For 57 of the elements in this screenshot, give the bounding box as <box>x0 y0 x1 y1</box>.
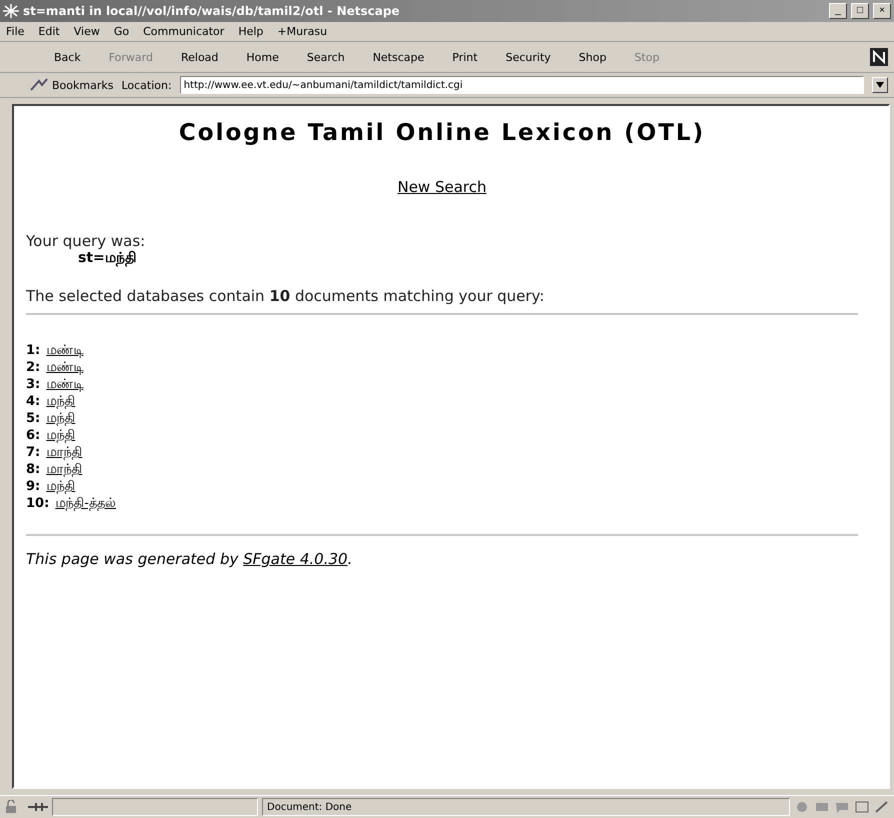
result-link[interactable]: மந்தி <box>46 411 76 427</box>
menu-item[interactable]: Communicator <box>143 25 224 38</box>
menu-item[interactable]: File <box>6 25 24 38</box>
result-link[interactable]: மந்தி <box>46 479 76 495</box>
toolbar-button[interactable]: Reload <box>166 50 232 64</box>
result-number: 5: <box>26 411 40 426</box>
toolbar-button[interactable]: Print <box>438 50 492 64</box>
result-number: 6: <box>26 428 40 443</box>
toolbar-button[interactable]: Back <box>40 50 95 64</box>
chat-icon <box>834 800 850 814</box>
app-icon <box>3 4 19 18</box>
result-link[interactable]: மாந்தி <box>46 462 82 478</box>
result-number: 4: <box>26 394 40 409</box>
logo-icon <box>870 48 888 66</box>
menu-item[interactable]: +Murasu <box>277 25 328 38</box>
result-number: 1: <box>26 343 40 358</box>
result-link[interactable]: மாந்தி <box>46 445 82 461</box>
result-number: 2: <box>26 360 40 375</box>
page-heading: Cologne Tamil Online Lexicon (OTL) <box>178 120 706 146</box>
toolbar-button[interactable]: Search <box>292 50 359 64</box>
bookmark-icon <box>30 78 48 92</box>
menu-item[interactable]: Go <box>114 25 130 38</box>
window-title: st=manti in local//vol/info/wais/db/tamil2/otl - Netscape <box>23 4 401 18</box>
menu-item[interactable]: Help <box>238 25 264 38</box>
sfgate-link[interactable]: SFgate 4.0.30 <box>243 550 348 568</box>
result-number: 7: <box>26 445 40 460</box>
toolbar-button[interactable]: Netscape <box>358 50 438 64</box>
result-number: 8: <box>26 462 40 477</box>
menu-item[interactable]: View <box>74 25 100 38</box>
location-label: Location: <box>121 78 172 92</box>
status-text: Document: Done <box>262 798 790 816</box>
result-number: 10: <box>26 496 50 511</box>
url-field[interactable]: http://www.ee.vt.edu/~anbumani/tamildict/tamildict.cgi <box>180 76 864 94</box>
toolbar-button[interactable]: Home <box>232 50 293 64</box>
query-label: Your query was: <box>26 232 146 250</box>
window-icon <box>854 800 870 814</box>
toolbar-button[interactable]: Security <box>492 50 565 64</box>
result-link[interactable]: மந்தி <box>46 428 76 444</box>
footer-text: This page was generated by SFgate 4.0.30. <box>26 550 354 568</box>
new-search-link[interactable]: New Search <box>397 178 487 196</box>
toolbar-button[interactable]: Shop <box>564 50 620 64</box>
result-link[interactable]: மண்டி <box>46 343 84 359</box>
maximize-button[interactable]: □ <box>851 3 869 19</box>
dropdown-button[interactable] <box>872 77 888 93</box>
query-text: st=மந்தி <box>78 250 136 267</box>
result-link[interactable]: மந்தி-த்தல் <box>55 496 116 512</box>
result-number: 3: <box>26 377 40 392</box>
bookmarks-button[interactable]: Bookmarks <box>30 78 114 92</box>
result-link[interactable]: மந்தி <box>46 394 76 410</box>
summary-text: The selected databases contain 10 documents matching your query: <box>26 287 546 305</box>
close-button[interactable]: × <box>873 3 891 19</box>
menu-item[interactable]: Edit <box>38 25 60 38</box>
caret-icon <box>876 82 884 88</box>
minimize-button[interactable]: _ <box>829 3 847 19</box>
result-link[interactable]: மண்டி <box>46 360 84 376</box>
result-number: 9: <box>26 479 40 494</box>
result-link[interactable]: மண்டி <box>46 377 84 393</box>
